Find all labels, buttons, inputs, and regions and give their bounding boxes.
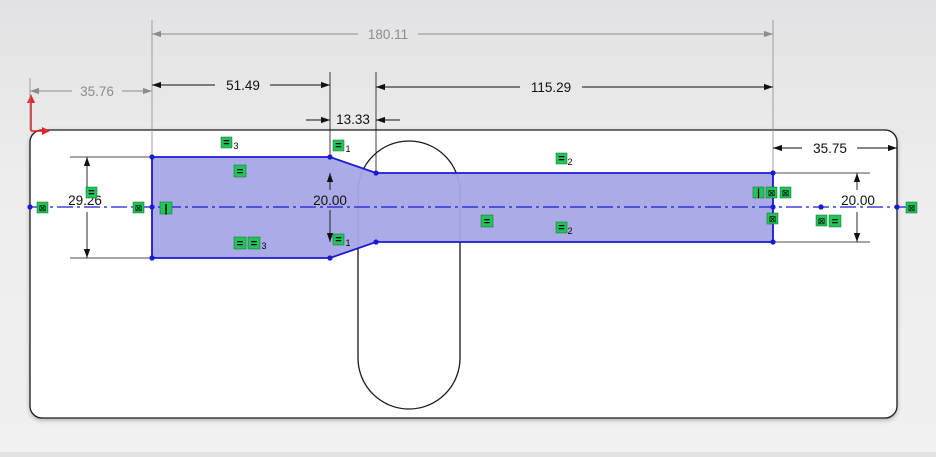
dimension-left-offset[interactable]: 35.76 (80, 84, 114, 99)
svg-text:1: 1 (345, 144, 350, 154)
svg-text:=: = (223, 137, 229, 149)
dimension-neck-length[interactable]: 115.29 (531, 80, 571, 95)
svg-text:=: = (558, 153, 564, 165)
vertical-relation-icon[interactable]: | (159, 201, 173, 215)
svg-text:⊠: ⊠ (769, 214, 777, 224)
coincident-relation-icon[interactable]: ⊠ (765, 186, 778, 199)
coincident-relation-icon[interactable]: ⊠ (779, 186, 792, 199)
svg-text:2: 2 (567, 157, 572, 167)
svg-text:=: = (251, 238, 257, 250)
svg-text:=: = (335, 140, 341, 152)
svg-text:1: 1 (345, 238, 350, 248)
dimension-shoulder-length[interactable]: 51.49 (226, 78, 260, 93)
svg-text:=: = (237, 238, 243, 250)
dimension-right-offset[interactable]: 35.75 (813, 141, 847, 156)
coincident-relation-icon[interactable]: ⊠ (36, 201, 49, 214)
svg-text:⊠: ⊠ (908, 203, 916, 213)
vertical-relation-icon[interactable]: | (752, 186, 765, 199)
svg-text:3: 3 (261, 241, 266, 251)
svg-text:2: 2 (567, 226, 572, 236)
svg-text:⊠: ⊠ (818, 216, 826, 226)
svg-text:=: = (832, 216, 838, 228)
svg-text:⊠: ⊠ (135, 203, 143, 213)
svg-text:|: | (164, 203, 167, 215)
horizontal-relation-icon[interactable]: = (828, 214, 842, 228)
horizontal-relation-icon[interactable]: = (85, 186, 98, 199)
svg-text:3: 3 (233, 141, 238, 151)
svg-text:=: = (88, 187, 94, 199)
horizontal-relation-icon[interactable]: = (480, 214, 494, 228)
svg-text:=: = (237, 166, 243, 178)
coincident-relation-icon[interactable]: ⊠ (766, 212, 779, 225)
svg-text:⊠: ⊠ (39, 203, 47, 213)
dimension-neck-height-right[interactable]: 20.00 (841, 193, 875, 208)
svg-text:=: = (558, 222, 564, 234)
svg-text:|: | (757, 188, 760, 199)
svg-text:⊠: ⊠ (768, 188, 776, 198)
svg-text:=: = (335, 234, 341, 246)
dimension-overall-length[interactable]: 180.11 (368, 27, 408, 42)
svg-text:=: = (484, 216, 490, 228)
origin-icon (27, 94, 50, 135)
dimension-taper-length[interactable]: 13.33 (336, 112, 370, 127)
horizontal-relation-icon[interactable]: = (233, 164, 247, 178)
svg-text:⊠: ⊠ (782, 188, 790, 198)
coincident-relation-icon[interactable]: ⊠ (905, 201, 918, 214)
coincident-relation-icon[interactable]: ⊠ (132, 201, 145, 214)
sketch-canvas[interactable]: 180.11 35.76 51.49 115.29 13.33 35.75 29… (0, 0, 936, 452)
coincident-relation-icon[interactable]: ⊠ (815, 214, 828, 227)
dimension-neck-height-left[interactable]: 20.00 (313, 193, 347, 208)
horizontal-relation-icon[interactable]: = (233, 236, 247, 250)
